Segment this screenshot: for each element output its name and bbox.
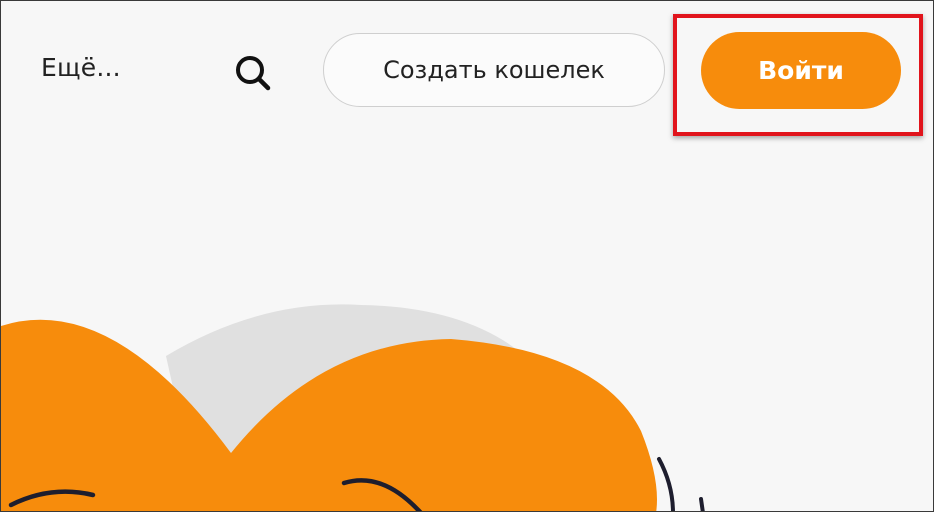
login-button[interactable]: Войти bbox=[701, 32, 901, 109]
create-wallet-label: Создать кошелек bbox=[383, 56, 605, 84]
create-wallet-button[interactable]: Создать кошелек bbox=[323, 33, 665, 107]
page-frame: Ещё... Создать кошелек Войти bbox=[0, 0, 934, 512]
search-button[interactable] bbox=[231, 51, 275, 91]
more-link[interactable]: Ещё... bbox=[41, 53, 121, 82]
login-label: Войти bbox=[758, 56, 844, 85]
search-icon bbox=[236, 56, 271, 91]
small-stroke bbox=[699, 497, 705, 511]
outline-arc bbox=[657, 457, 675, 511]
